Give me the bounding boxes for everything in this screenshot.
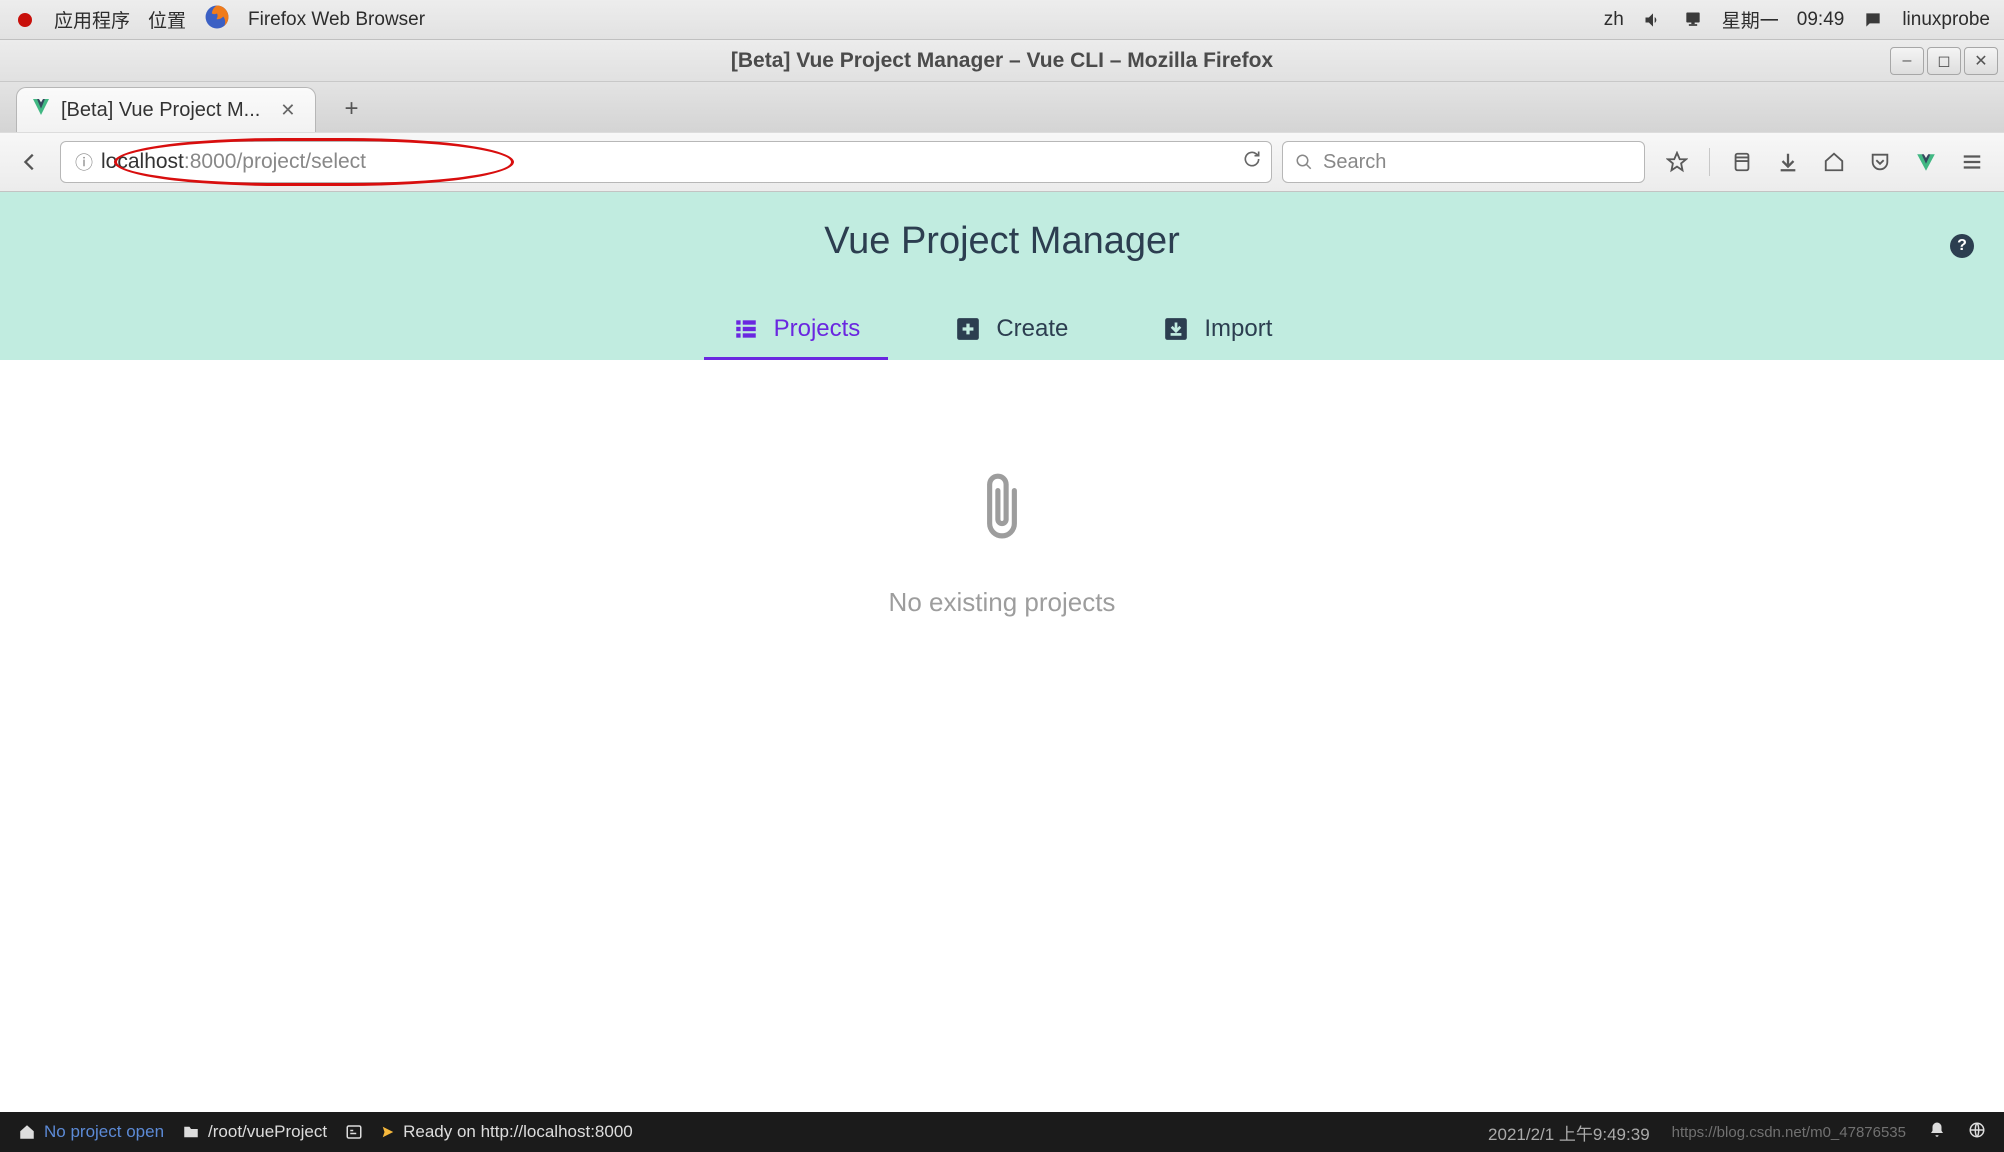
status-ready[interactable]: Ready on http://localhost:8000 xyxy=(381,1122,633,1142)
list-icon xyxy=(732,315,760,343)
status-ready-label: Ready on http://localhost:8000 xyxy=(403,1122,633,1142)
tab-projects-label: Projects xyxy=(774,315,861,343)
vue-tabs: Projects Create Import xyxy=(704,301,1301,360)
empty-text: No existing projects xyxy=(889,587,1116,618)
tab-projects[interactable]: Projects xyxy=(704,301,889,360)
clock-time[interactable]: 09:49 xyxy=(1797,9,1845,31)
status-timestamp: 2021/2/1 上午9:49:39 xyxy=(1488,1120,1650,1145)
import-box-icon xyxy=(1162,315,1190,343)
clock-day[interactable]: 星期一 xyxy=(1722,6,1779,33)
menu-places[interactable]: 位置 xyxy=(148,6,186,33)
search-placeholder: Search xyxy=(1323,151,1386,174)
status-path[interactable]: /root/vueProject xyxy=(182,1122,327,1142)
status-project-label: No project open xyxy=(44,1122,164,1142)
window-title: [Beta] Vue Project Manager – Vue CLI – M… xyxy=(731,49,1273,73)
window-title-bar: [Beta] Vue Project Manager – Vue CLI – M… xyxy=(0,40,2004,82)
tab-close-icon[interactable]: ✕ xyxy=(280,100,295,121)
status-translate-icon[interactable] xyxy=(1968,1121,1986,1144)
vue-devtools-icon[interactable] xyxy=(1912,148,1940,176)
tab-strip: [Beta] Vue Project M... ✕ + xyxy=(0,82,2004,132)
identity-icon[interactable]: ⓘ xyxy=(75,149,93,175)
browser-tab[interactable]: [Beta] Vue Project M... ✕ xyxy=(16,87,316,132)
reload-button[interactable] xyxy=(1242,149,1262,175)
bookmark-star-icon[interactable] xyxy=(1663,148,1691,176)
url-path: :8000/project/select xyxy=(184,150,366,174)
tab-create-label: Create xyxy=(996,315,1068,343)
status-logs[interactable] xyxy=(345,1123,363,1141)
active-app-name: Firefox Web Browser xyxy=(248,9,425,31)
library-icon[interactable] xyxy=(1728,148,1756,176)
status-path-label: /root/vueProject xyxy=(208,1122,327,1142)
page-title: Vue Project Manager xyxy=(824,220,1180,263)
empty-state: No existing projects xyxy=(0,470,2004,618)
menu-applications[interactable]: 应用程序 xyxy=(54,6,130,33)
vue-favicon-icon xyxy=(31,97,51,123)
window-close-button[interactable]: ✕ xyxy=(1964,47,1998,75)
hamburger-menu-icon[interactable] xyxy=(1958,148,1986,176)
firefox-icon[interactable] xyxy=(204,4,230,36)
page-content: Vue Project Manager ? Projects Create Im… xyxy=(0,192,2004,1062)
status-bar: No project open /root/vueProject Ready o… xyxy=(0,1112,2004,1152)
volume-icon[interactable] xyxy=(1642,9,1664,31)
tab-label: [Beta] Vue Project M... xyxy=(61,99,260,122)
attachment-icon xyxy=(977,470,1027,545)
window-maximize-button[interactable]: ◻ xyxy=(1927,47,1961,75)
help-button[interactable]: ? xyxy=(1950,234,1974,258)
window-minimize-button[interactable]: – xyxy=(1890,47,1924,75)
plus-box-icon xyxy=(954,315,982,343)
network-icon[interactable] xyxy=(1682,9,1704,31)
vue-header: Vue Project Manager ? Projects Create Im… xyxy=(0,192,2004,360)
status-project[interactable]: No project open xyxy=(18,1122,164,1142)
pocket-icon[interactable] xyxy=(1866,148,1894,176)
tab-create[interactable]: Create xyxy=(926,301,1096,360)
toolbar-divider xyxy=(1709,148,1710,176)
home-icon[interactable] xyxy=(1820,148,1848,176)
desktop-top-bar: 应用程序 位置 Firefox Web Browser zh 星期一 09:49… xyxy=(0,0,2004,40)
os-logo-icon xyxy=(14,9,36,31)
browser-toolbar: ⓘ localhost:8000/project/select Search xyxy=(0,132,2004,192)
tab-import-label: Import xyxy=(1204,315,1272,343)
url-bar[interactable]: ⓘ localhost:8000/project/select xyxy=(60,141,1272,183)
url-host: localhost xyxy=(101,150,184,174)
input-language[interactable]: zh xyxy=(1604,9,1624,31)
back-button[interactable] xyxy=(10,142,50,182)
tab-import[interactable]: Import xyxy=(1134,301,1300,360)
watermark: https://blog.csdn.net/m0_47876535 xyxy=(1672,1124,1906,1141)
chat-icon[interactable] xyxy=(1862,9,1884,31)
status-bell-icon[interactable] xyxy=(1928,1121,1946,1144)
search-box[interactable]: Search xyxy=(1282,141,1645,183)
username[interactable]: linuxprobe xyxy=(1902,9,1990,31)
new-tab-button[interactable]: + xyxy=(332,90,370,128)
downloads-icon[interactable] xyxy=(1774,148,1802,176)
